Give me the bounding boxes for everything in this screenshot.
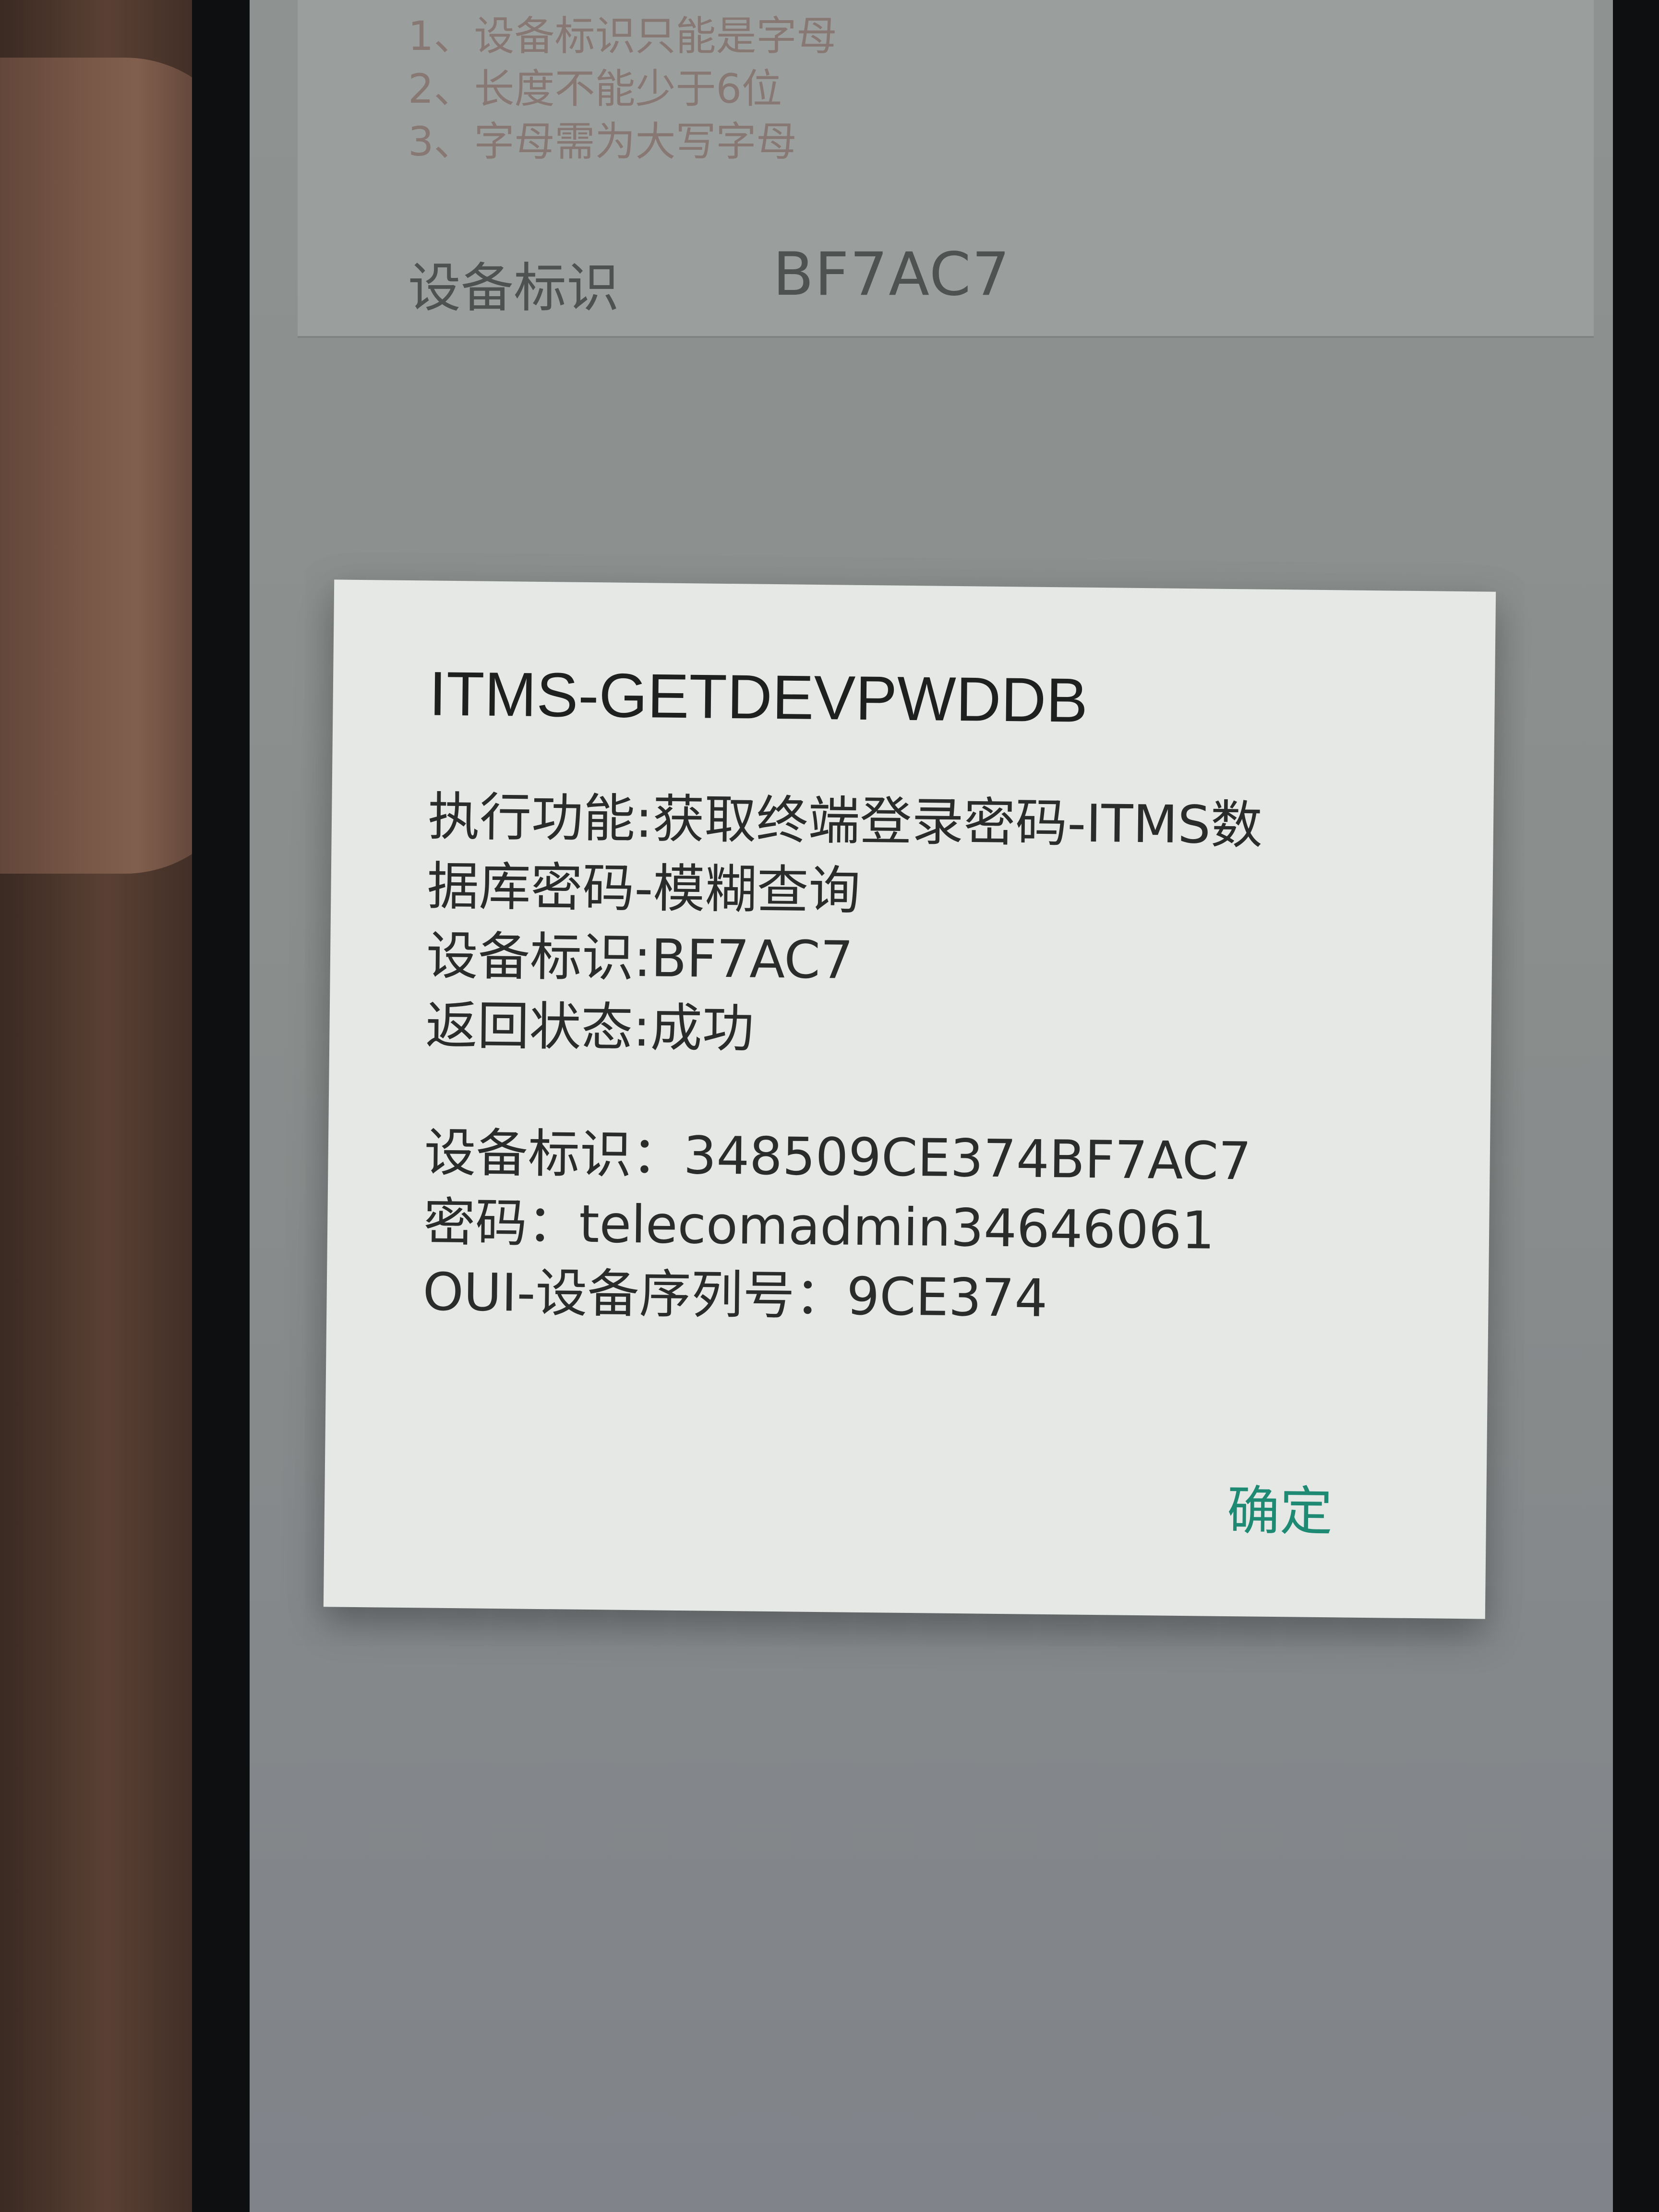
detail-oui-serial: OUI-设备序列号：9CE374 <box>422 1262 1048 1329</box>
confirm-button[interactable]: 确定 <box>1212 1458 1347 1555</box>
background-form: 1、设备标识只能是字母 2、长度不能少于6位 3、字母需为大写字母 设备标识 B… <box>298 0 1594 338</box>
message-line: 返回状态:成功 <box>425 996 755 1059</box>
device-id-input[interactable]: BF7AC7 <box>773 240 1010 309</box>
input-rules-list: 1、设备标识只能是字母 2、长度不能少于6位 3、字母需为大写字母 <box>408 10 1512 168</box>
rule-item: 3、字母需为大写字母 <box>408 118 797 165</box>
dialog-title: ITMS-GETDEVPWDDB <box>429 658 1088 735</box>
result-dialog: ITMS-GETDEVPWDDB 执行功能:获取终端登录密码-ITMS数 据库密… <box>323 579 1496 1619</box>
rule-item: 1、设备标识只能是字母 <box>408 12 837 60</box>
dialog-message: 执行功能:获取终端登录密码-ITMS数 据库密码-模糊查询 设备标识:BF7AC… <box>422 782 1412 1337</box>
phone-screen: 1、设备标识只能是字母 2、长度不能少于6位 3、字母需为大写字母 设备标识 B… <box>250 0 1613 2212</box>
message-line: 设备标识:BF7AC7 <box>426 926 854 991</box>
detail-password: 密码：telecomadmin34646061 <box>423 1192 1215 1261</box>
device-id-row[interactable]: 设备标识 BF7AC7 <box>408 230 1560 326</box>
detail-device-id: 设备标识：348509CE374BF7AC7 <box>424 1123 1252 1192</box>
rule-item: 2、长度不能少于6位 <box>408 65 782 112</box>
message-line: 执行功能:获取终端登录密码-ITMS数 <box>427 787 1263 856</box>
message-line: 据库密码-模糊查询 <box>426 856 861 921</box>
device-id-label: 设备标识 <box>408 257 619 319</box>
